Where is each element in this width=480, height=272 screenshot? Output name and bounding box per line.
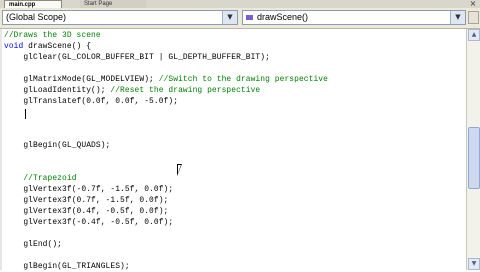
comment-token: //Switch to the drawing perspective xyxy=(158,75,328,84)
text-caret xyxy=(25,109,26,119)
code-line: //Trapezoid xyxy=(4,173,77,184)
comment-token: //Draws the 3D scene xyxy=(4,31,101,40)
code-line: glVertex3f(0.7f, -1.5f, 0.0f); xyxy=(4,195,168,206)
code-line: glVertex3f(0.4f, -0.5f, 0.0f); xyxy=(4,206,168,217)
code-token: glClear(GL_COLOR_BUFFER_BIT | GL_DEPTH_B… xyxy=(4,53,270,62)
code-token: glBegin(GL_QUADS); xyxy=(4,141,111,150)
code-editor[interactable]: //Draws the 3D scene void drawScene() { g… xyxy=(0,29,466,272)
editor-gutter xyxy=(0,29,2,270)
code-token: glVertex3f(0.7f, -1.5f, 0.0f); xyxy=(4,196,169,205)
code-line: glTranslatef(0.0f, 0.0f, -5.0f); xyxy=(4,96,178,107)
scroll-down-icon[interactable]: ▼ xyxy=(468,258,480,270)
code-token: glVertex3f(-0.4f, -0.5f, 0.0f); xyxy=(4,218,174,227)
scope-dropdown[interactable]: (Global Scope) ▼ xyxy=(2,10,238,25)
close-icon[interactable]: × xyxy=(468,0,478,8)
code-token: glVertex3f(0.4f, -0.5f, 0.0f); xyxy=(4,207,169,216)
code-line: glVertex3f(-0.4f, -0.5f, 0.0f); xyxy=(4,217,173,228)
code-line: void drawScene() { xyxy=(4,41,91,52)
code-token: glEnd(); xyxy=(4,240,63,249)
method-icon xyxy=(246,15,253,20)
comment-token: //Reset the drawing perspective xyxy=(110,86,261,95)
code-token: glTranslatef(0.0f, 0.0f, -5.0f); xyxy=(4,97,179,106)
vertical-scrollbar[interactable]: ▲ ▼ xyxy=(466,29,480,270)
split-button[interactable] xyxy=(468,11,479,24)
navigation-bar: (Global Scope) ▼ drawScene() ▼ xyxy=(0,8,480,29)
code-token: glVertex3f(-0.7f, -1.5f, 0.0f); xyxy=(4,185,174,194)
code-line: glBegin(GL_TRIANGLES); xyxy=(4,261,130,272)
code-token: glLoadIdentity(); xyxy=(4,86,111,95)
code-line: glBegin(GL_QUADS); xyxy=(4,140,110,151)
code-token: glMatrixMode(GL_MODELVIEW); xyxy=(4,75,159,84)
function-dropdown[interactable]: drawScene() ▼ xyxy=(242,10,466,25)
code-line: glEnd(); xyxy=(4,239,62,250)
mouse-pointer-icon xyxy=(177,164,187,176)
scroll-up-icon[interactable]: ▲ xyxy=(468,29,480,41)
tab-start-page[interactable]: Start Page xyxy=(80,0,146,8)
scope-dropdown-value: (Global Scope) xyxy=(6,12,67,22)
code-line: glLoadIdentity(); //Reset the drawing pe… xyxy=(4,85,260,96)
code-line: glMatrixMode(GL_MODELVIEW); //Switch to … xyxy=(4,74,328,85)
scrollbar-thumb[interactable] xyxy=(468,127,480,189)
chevron-down-icon[interactable]: ▼ xyxy=(222,11,237,24)
function-dropdown-value: drawScene() xyxy=(257,12,309,22)
chevron-down-icon[interactable]: ▼ xyxy=(450,11,465,24)
tab-main-cpp[interactable]: main.cpp xyxy=(4,0,62,8)
code-line: //Draws the 3D scene xyxy=(4,30,101,41)
keyword-token: void xyxy=(4,42,24,51)
comment-token: //Trapezoid xyxy=(4,174,77,183)
code-token: drawScene() { xyxy=(23,42,92,51)
code-line: glVertex3f(-0.7f, -1.5f, 0.0f); xyxy=(4,184,173,195)
code-line: glClear(GL_COLOR_BUFFER_BIT | GL_DEPTH_B… xyxy=(4,52,270,63)
